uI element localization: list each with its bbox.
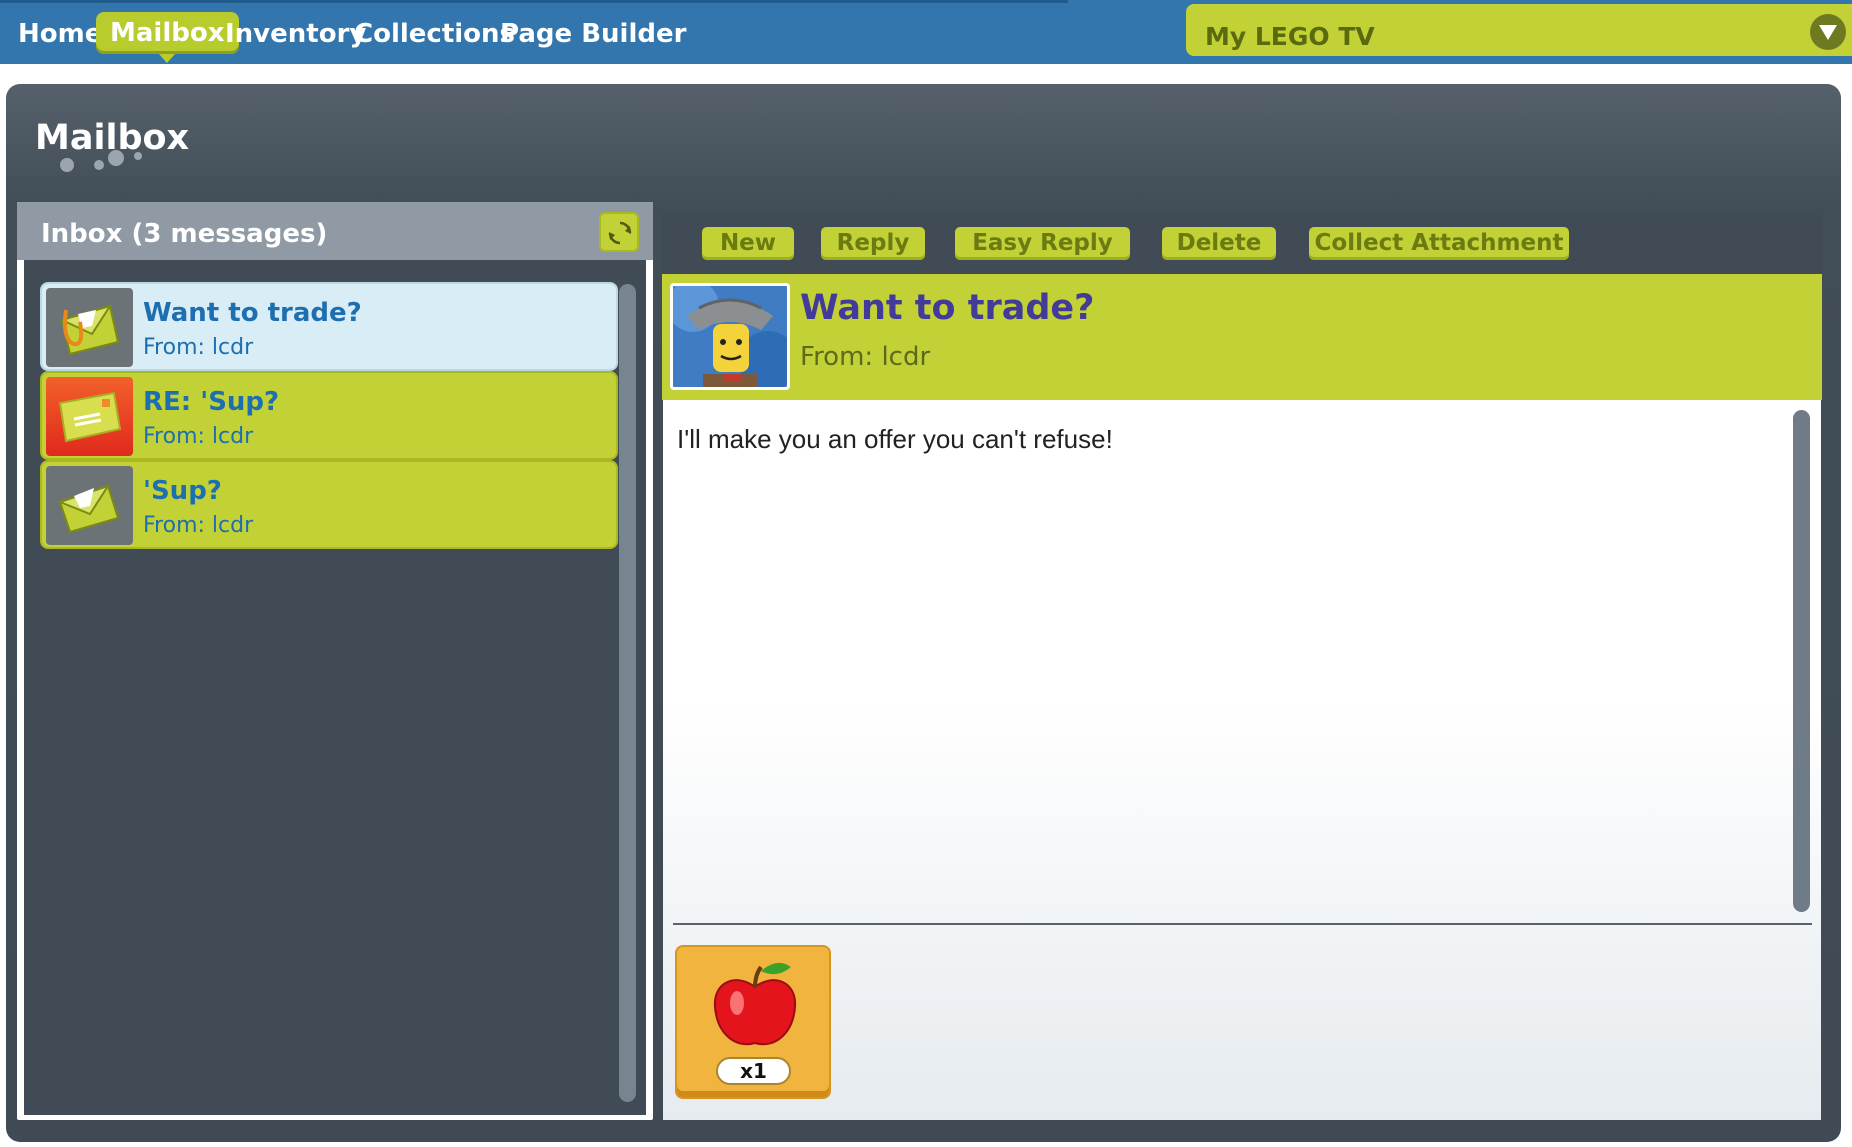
- message-sender: From: lcdr: [143, 335, 254, 360]
- attachment-divider: [673, 923, 1812, 925]
- inbox-pane: Inbox (3 messages) Want to trade? From: …: [17, 202, 653, 1120]
- dropdown-arrow-icon[interactable]: [1810, 14, 1846, 50]
- decorative-dot: [94, 160, 104, 170]
- my-lego-tv-dropdown[interactable]: My LEGO TV: [1186, 4, 1852, 56]
- message-sender: From: lcdr: [143, 424, 254, 449]
- message-header: Want to trade? From: lcdr: [662, 274, 1822, 400]
- message-list-item[interactable]: RE: 'Sup? From: lcdr: [40, 371, 618, 460]
- refresh-button[interactable]: [599, 212, 639, 252]
- attachment-quantity: x1: [716, 1057, 791, 1085]
- nav-inventory[interactable]: Inventory: [225, 16, 366, 52]
- envelope-open-icon: [46, 466, 133, 545]
- inbox-scrollbar[interactable]: [619, 284, 636, 1102]
- message-scrollbar[interactable]: [1793, 410, 1810, 912]
- message-subject: 'Sup?: [143, 476, 222, 506]
- message-from: From: lcdr: [800, 342, 931, 372]
- decorative-dot: [108, 150, 124, 166]
- refresh-icon: [608, 221, 632, 245]
- nav-collections[interactable]: Collections: [354, 16, 515, 52]
- sender-avatar: [670, 283, 790, 390]
- nav-home[interactable]: Home: [18, 16, 102, 52]
- inbox-header: Inbox (3 messages): [17, 202, 653, 260]
- message-sender: From: lcdr: [143, 513, 254, 538]
- message-content: I'll make you an offer you can't refuse!…: [663, 400, 1821, 1120]
- message-title: Want to trade?: [800, 288, 1095, 328]
- unread-envelope-icon: [46, 377, 133, 456]
- top-navigation: Home Mailbox Inventory Collections Page …: [0, 0, 1852, 64]
- easy-reply-button[interactable]: Easy Reply: [955, 227, 1130, 260]
- delete-button[interactable]: Delete: [1162, 227, 1276, 260]
- attachment-item[interactable]: x1: [675, 945, 831, 1099]
- my-lego-tv-label: My LEGO TV: [1205, 22, 1375, 51]
- message-list-item[interactable]: Want to trade? From: lcdr: [40, 282, 618, 371]
- message-reader: New Reply Easy Reply Delete Collect Atta…: [662, 214, 1822, 1120]
- nav-page-builder[interactable]: Page Builder: [500, 16, 686, 52]
- reply-button[interactable]: Reply: [821, 227, 925, 260]
- inbox-title: Inbox (3 messages): [41, 219, 328, 249]
- message-subject: RE: 'Sup?: [143, 387, 280, 417]
- decorative-dot: [134, 152, 142, 160]
- message-list: Want to trade? From: lcdr RE: 'Sup? From…: [24, 260, 646, 1115]
- envelope-attachment-icon: [46, 288, 133, 367]
- new-button[interactable]: New: [702, 227, 794, 260]
- nav-mailbox[interactable]: Mailbox: [96, 12, 239, 63]
- nav-top-strip: [0, 0, 1068, 3]
- message-body: I'll make you an offer you can't refuse!: [677, 424, 1113, 454]
- collect-attachment-button[interactable]: Collect Attachment: [1309, 227, 1569, 260]
- apple-icon: [713, 962, 797, 1046]
- message-subject: Want to trade?: [143, 298, 362, 328]
- message-list-item[interactable]: 'Sup? From: lcdr: [40, 460, 618, 549]
- decorative-dot: [60, 158, 74, 172]
